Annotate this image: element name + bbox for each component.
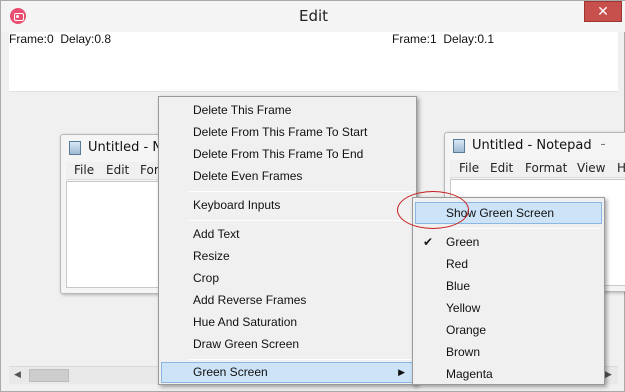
notepad-text-area — [66, 181, 164, 288]
notepad-title-bar: Untitled - Notepad – — [445, 133, 625, 159]
menu-green-screen-label: Green Screen — [193, 365, 268, 379]
notepad-icon — [453, 139, 465, 153]
title-bar: Edit ✕ — [1, 1, 625, 32]
scroll-thumb[interactable] — [29, 369, 69, 382]
menu-draw-green-screen[interactable]: Draw Green Screen — [161, 334, 414, 355]
menu-delete-this-frame[interactable]: Delete This Frame — [161, 100, 414, 121]
frame-0-info: Frame:0 Delay:0.8 — [9, 32, 111, 46]
notepad-icon — [69, 141, 81, 155]
menu-keyboard-inputs[interactable]: Keyboard Inputs — [161, 195, 414, 216]
notepad-title-bar: Untitled - No — [61, 135, 170, 161]
notepad-menu-format: For — [140, 163, 159, 177]
menu-separator — [189, 220, 413, 221]
submenu-arrow-icon: ▶ — [398, 367, 405, 377]
menu-add-reverse-frames[interactable]: Add Reverse Frames — [161, 290, 414, 311]
menu-separator — [189, 359, 413, 360]
scroll-left-icon[interactable]: ◀ — [9, 367, 26, 384]
menu-delete-to-start[interactable]: Delete From This Frame To Start — [161, 122, 414, 143]
frame-1-label: Frame:1 — [392, 32, 437, 46]
menu-separator — [189, 191, 413, 192]
menu-delete-even-frames[interactable]: Delete Even Frames — [161, 166, 414, 187]
frame-1-info: Frame:1 Delay:0.1 — [392, 32, 494, 46]
menu-color-orange[interactable]: Orange — [415, 319, 602, 341]
frame-1-delay: Delay:0.1 — [443, 32, 495, 46]
menu-resize[interactable]: Resize — [161, 246, 414, 267]
menu-hue-and-saturation[interactable]: Hue And Saturation — [161, 312, 414, 333]
checkmark-icon: ✔ — [423, 235, 434, 249]
notepad-menu-edit: Edit — [106, 163, 130, 177]
menu-color-yellow[interactable]: Yellow — [415, 297, 602, 319]
menu-show-green-screen[interactable]: Show Green Screen — [415, 202, 602, 224]
frame-context-menu: Delete This Frame Delete From This Frame… — [158, 96, 417, 385]
menu-crop[interactable]: Crop — [161, 268, 414, 289]
menu-green-screen[interactable]: Green Screen ▶ — [161, 362, 414, 383]
edit-window: Edit ✕ Frame:0 Delay:0.8 Frame:1 Delay:0… — [0, 0, 625, 392]
notepad-menubar: File Edit For — [66, 162, 164, 180]
frame-0-label: Frame:0 — [9, 32, 54, 46]
menu-color-blue[interactable]: Blue — [415, 275, 602, 297]
notepad-menu-help: H — [617, 161, 625, 175]
menu-add-text[interactable]: Add Text — [161, 224, 414, 245]
notepad-menu-edit: Edit — [490, 161, 514, 175]
menu-separator — [442, 228, 600, 229]
close-button[interactable]: ✕ — [584, 1, 622, 22]
notepad-menu-format: Format — [525, 161, 568, 175]
frame-0-thumbnail[interactable]: Untitled - No File Edit For — [60, 134, 170, 294]
menu-color-red[interactable]: Red — [415, 253, 602, 275]
notepad-title: Untitled - Notepad — [472, 138, 592, 153]
notepad-menubar: File Edit Format View H — [450, 160, 625, 178]
menu-color-brown[interactable]: Brown — [415, 341, 602, 363]
notepad-menu-view: View — [577, 161, 606, 175]
notepad-menu-file: File — [74, 163, 95, 177]
frame-0-delay: Delay:0.8 — [60, 32, 112, 46]
minimize-icon: – — [600, 139, 606, 150]
menu-color-green-label: Green — [446, 235, 480, 249]
green-screen-submenu: Show Green Screen ✔ Green Red Blue Yello… — [412, 197, 605, 385]
notepad-menu-file: File — [459, 161, 480, 175]
menu-color-magenta[interactable]: Magenta — [415, 363, 602, 385]
menu-color-green[interactable]: ✔ Green — [415, 231, 602, 253]
menu-delete-to-end[interactable]: Delete From This Frame To End — [161, 144, 414, 165]
window-title: Edit — [298, 7, 329, 25]
